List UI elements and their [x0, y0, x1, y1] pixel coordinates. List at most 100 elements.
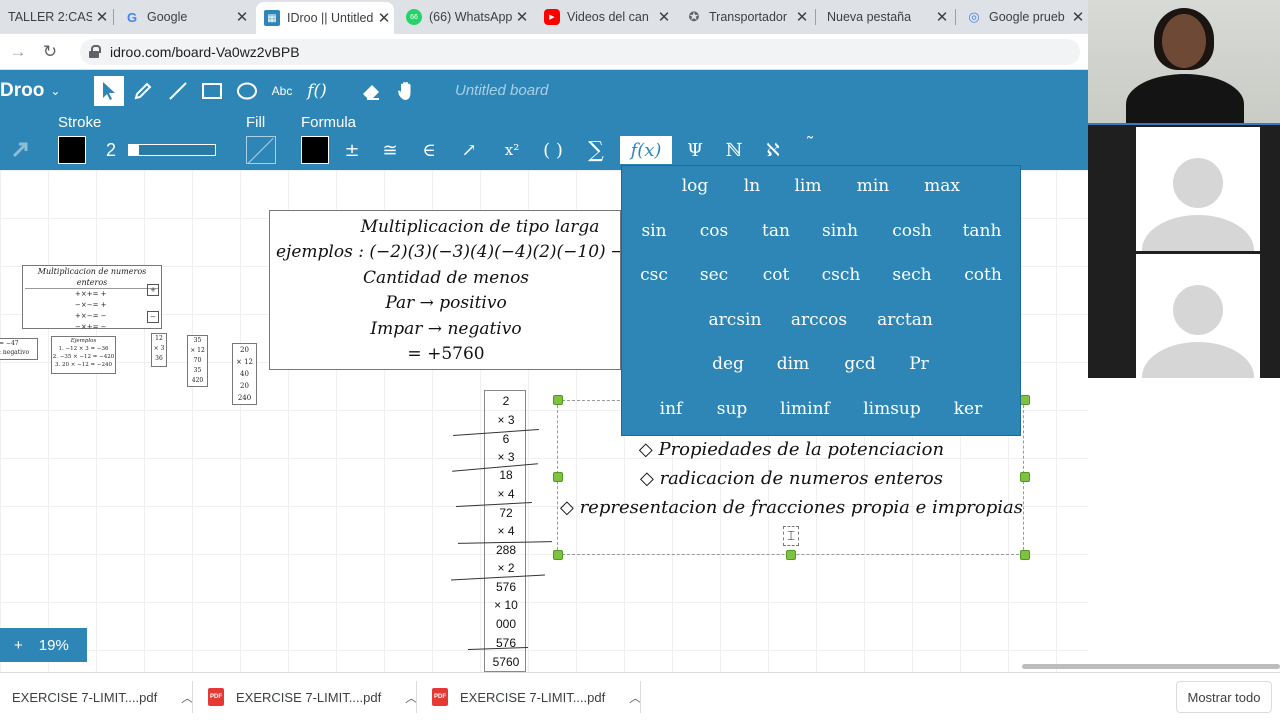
congruent-button[interactable]: ≅ [378, 136, 402, 164]
close-icon[interactable]: ✕ [932, 8, 952, 26]
function-item[interactable]: ker [954, 399, 983, 419]
function-item[interactable]: ln [744, 176, 760, 196]
download-item[interactable]: PDF EXERCISE 7-LIMIT....pdf ︿ [432, 673, 641, 720]
function-item[interactable]: tanh [963, 221, 1002, 241]
board-title[interactable]: Untitled board [455, 82, 548, 99]
sets-button[interactable]: ℕ [721, 136, 747, 164]
resize-handle[interactable] [553, 472, 563, 482]
forward-arrow-icon[interactable]: → [6, 40, 30, 64]
fill-none-swatch[interactable] [246, 136, 276, 164]
sum-button[interactable]: ∑ [582, 136, 610, 164]
tab-taller[interactable]: TALLER 2:CASO ✕ [0, 0, 112, 34]
resize-handle[interactable] [1020, 472, 1030, 482]
mini-column-1[interactable]: 12 × 3 36 [151, 333, 167, 367]
functions-button[interactable]: f(x) [620, 136, 672, 164]
function-item[interactable]: dim [777, 354, 809, 374]
formula-color-swatch[interactable] [301, 136, 329, 164]
select-tool-button[interactable] [94, 76, 124, 106]
hand-tool-button[interactable] [391, 76, 421, 106]
resize-handle[interactable] [1020, 395, 1030, 405]
pencil-tool-button[interactable] [128, 76, 158, 106]
ellipse-tool-button[interactable] [232, 76, 262, 106]
arrows-button[interactable]: ↗ [457, 136, 481, 164]
long-multiplication-box[interactable]: Multiplicacion de tipo larga ejemplos : … [269, 210, 621, 370]
hebrew-button[interactable]: ℵ [760, 136, 786, 164]
participant-video-main[interactable] [1088, 0, 1280, 125]
function-item[interactable]: lim [795, 176, 822, 196]
tab-google-prueba[interactable]: ◎ Google prueb ✕ [958, 0, 1088, 34]
function-item[interactable]: inf [660, 399, 683, 419]
function-item[interactable]: sec [700, 265, 728, 285]
function-item[interactable]: tan [762, 221, 790, 241]
download-item[interactable]: PDF EXERCISE 7-LIMIT....pdf ︿ [12, 673, 193, 720]
brand-menu[interactable]: Droo ⌄ [0, 80, 60, 102]
mini-column-3[interactable]: 20 × 12 40 20 240 [232, 343, 257, 405]
function-item[interactable]: max [924, 176, 960, 196]
download-item[interactable]: PDF EXERCISE 7-LIMIT....pdf ︿ [208, 673, 417, 720]
greek-button[interactable]: Ψ [682, 136, 708, 164]
eraser-tool-button[interactable] [356, 76, 386, 106]
function-item[interactable]: arctan [877, 310, 933, 330]
close-icon[interactable]: ✕ [512, 8, 532, 26]
accents-button[interactable]: ˜ [798, 130, 822, 158]
text-tool-button[interactable]: Abc [267, 76, 297, 106]
tab-google[interactable]: G Google ✕ [116, 0, 252, 34]
url-field[interactable]: idroo.com/board-Va0wz2vBPB [80, 39, 1080, 65]
function-item[interactable]: cos [700, 221, 728, 241]
multiplication-rules-box[interactable]: Multiplicacion de numeros enteros +×+= +… [22, 265, 162, 331]
function-item[interactable]: cot [763, 265, 790, 285]
zoom-control[interactable]: + 19% [0, 628, 87, 662]
expand-arrow-icon[interactable] [6, 134, 36, 164]
function-item[interactable]: coth [964, 265, 1002, 285]
close-icon[interactable]: ✕ [792, 8, 812, 26]
tab-idroo[interactable]: ▦ IDroo || Untitled ✕ [256, 2, 394, 34]
tab-nueva[interactable]: Nueva pestaña ✕ [818, 0, 952, 34]
close-icon[interactable]: ✕ [1068, 8, 1088, 26]
function-item[interactable]: arcsin [709, 310, 762, 330]
rectangle-tool-button[interactable] [197, 76, 227, 106]
function-item[interactable]: sin [641, 221, 666, 241]
stroke-width-slider[interactable] [128, 144, 216, 156]
close-icon[interactable]: ✕ [654, 8, 674, 26]
left-note-box[interactable]: = −47 : negativo [0, 338, 38, 360]
resize-handle[interactable] [553, 395, 563, 405]
stroke-color-swatch[interactable] [58, 136, 86, 164]
function-item[interactable]: sech [892, 265, 931, 285]
function-item[interactable]: gcd [844, 354, 875, 374]
resize-handle[interactable] [553, 550, 563, 560]
zoom-in-icon[interactable]: + [14, 637, 23, 654]
show-all-downloads-button[interactable]: Mostrar todo [1176, 681, 1272, 713]
line-tool-button[interactable] [163, 76, 193, 106]
function-item[interactable]: liminf [780, 399, 830, 419]
plus-minus-button[interactable]: ± [340, 136, 364, 164]
participant-tile[interactable] [1136, 127, 1260, 251]
function-item[interactable]: min [857, 176, 890, 196]
function-item[interactable]: csc [640, 265, 668, 285]
resize-handle[interactable] [786, 550, 796, 560]
function-item[interactable]: sup [717, 399, 748, 419]
function-item[interactable]: limsup [863, 399, 921, 419]
function-item[interactable]: log [682, 176, 709, 196]
reload-icon[interactable]: ↻ [38, 40, 62, 64]
tab-transportador[interactable]: ✪ Transportador ✕ [678, 0, 812, 34]
tab-youtube[interactable]: ▶ Videos del can ✕ [536, 0, 674, 34]
function-item[interactable]: Pr [909, 354, 929, 374]
close-icon[interactable]: ✕ [92, 8, 112, 26]
superscript-button[interactable]: x² [497, 136, 527, 164]
mini-column-2[interactable]: 35 × 12 70 35 420 [187, 335, 208, 387]
close-icon[interactable]: ✕ [374, 9, 394, 27]
examples-box[interactable]: Ejemplos 1. −12 × 3 = −36 2. −35 × −12 =… [51, 336, 116, 374]
function-item[interactable]: arccos [791, 310, 847, 330]
text-cursor-placeholder[interactable]: ⌶ [783, 526, 799, 546]
function-item[interactable]: deg [712, 354, 744, 374]
brackets-button[interactable]: ( ) [538, 136, 568, 164]
tab-whatsapp[interactable]: 66 (66) WhatsApp ✕ [398, 0, 532, 34]
close-icon[interactable]: ✕ [232, 8, 252, 26]
participant-tile[interactable] [1136, 254, 1260, 378]
horizontal-scrollbar[interactable] [1022, 664, 1280, 669]
formula-tool-button[interactable]: f() [302, 76, 332, 106]
function-item[interactable]: csch [822, 265, 861, 285]
function-item[interactable]: cosh [892, 221, 931, 241]
element-of-button[interactable]: ∈ [417, 136, 441, 164]
resize-handle[interactable] [1020, 550, 1030, 560]
